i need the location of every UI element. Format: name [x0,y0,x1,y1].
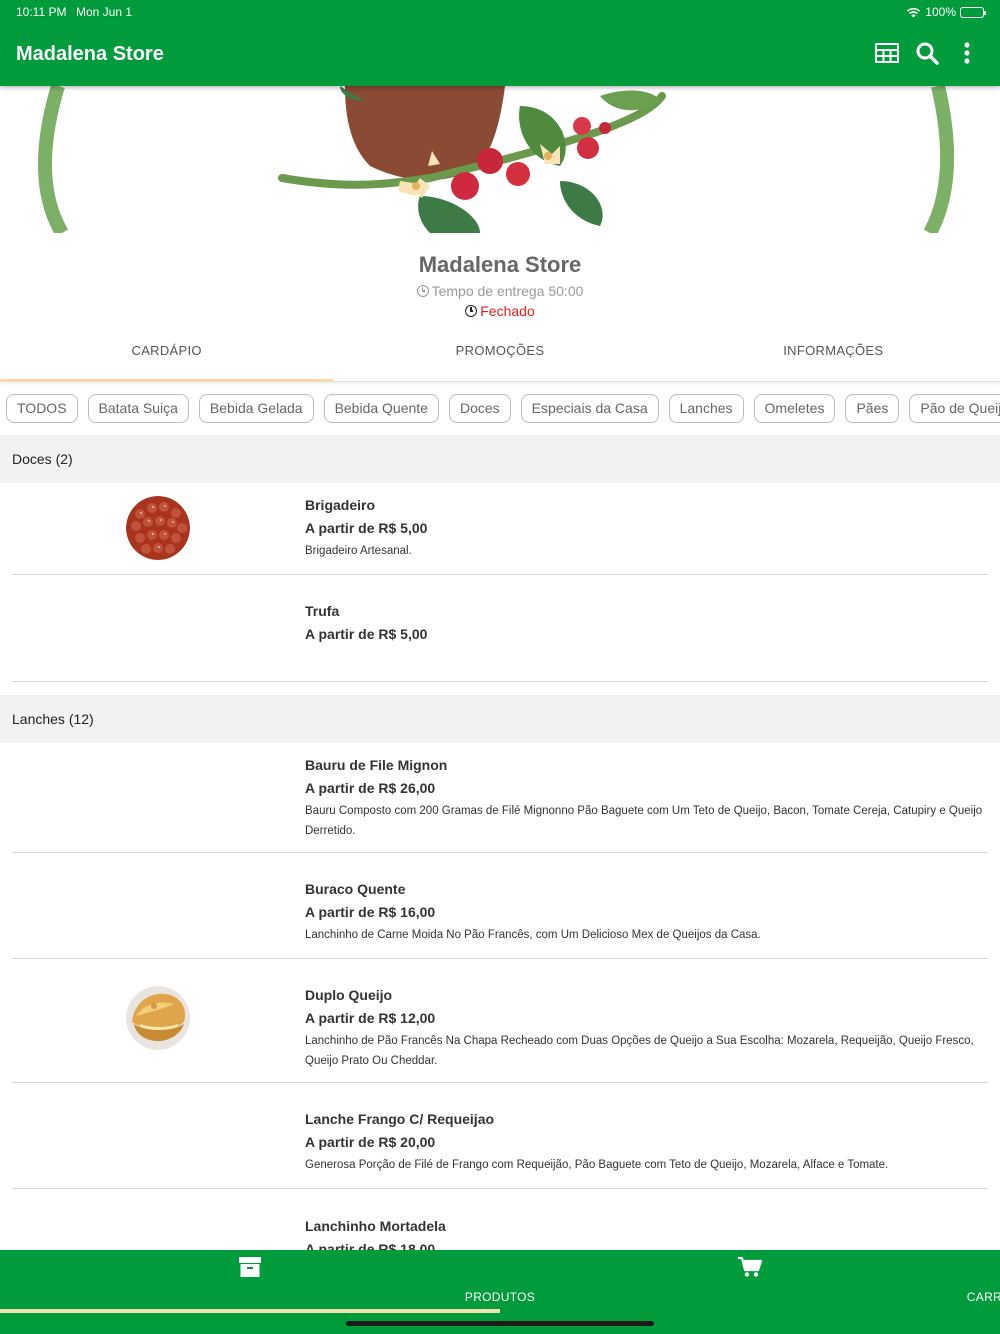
product-name: Bauru de File Mignon [305,757,448,773]
chip-doces[interactable]: Doces [448,394,511,423]
store-name: Madalena Store [418,252,582,277]
product-name: Brigadeiro [305,497,376,513]
product-item[interactable]: Bauru de File Mignon A partir de R$ 26,0… [12,743,988,853]
store-status: Fechado [0,303,1000,319]
search-icon[interactable] [914,40,940,66]
archive-box-icon [239,1257,261,1277]
clock-icon [465,305,478,317]
product-thumbnail [126,986,190,1050]
battery-percent: 100% [925,5,956,19]
product-list: Doces (2) Brigadeiro A partir de R$ 5,00… [0,435,1000,1289]
product-name: Duplo Queijo [305,987,393,1003]
delivery-time-text: Tempo de entrega 50:00 [431,283,584,299]
product-item[interactable]: Buraco Quente A partir de R$ 16,00 Lanch… [12,853,988,959]
product-price: A partir de R$ 12,00 [305,1010,436,1026]
product-description: Bauru Composto com 200 Gramas de Filé Mi… [305,805,983,837]
status-bar: 10:11 PM Mon Jun 1 100% [16,5,986,21]
section-header-doces: Doces (2) [0,435,1000,483]
product-info: Bauru de File Mignon A partir de R$ 26,0… [305,757,988,841]
tabs: CARDÁPIO PROMOÇÕES INFORMAÇÕES [0,330,1000,382]
product-price: A partir de R$ 5,00 [305,520,428,536]
product-name: Buraco Quente [305,881,406,897]
store-cover-image [0,86,1000,233]
product-item[interactable]: Brigadeiro A partir de R$ 5,00 Brigadeir… [12,483,988,575]
product-info: Brigadeiro A partir de R$ 5,00 Brigadeir… [305,497,988,561]
table-icon[interactable] [874,40,900,66]
delivery-time: Tempo de entrega 50:00 [0,283,1000,299]
product-info: Duplo Queijo A partir de R$ 12,00 Lanchi… [305,987,988,1071]
chip-especiais-da-casa[interactable]: Especiais da Casa [520,394,659,423]
home-indicator [346,1321,654,1326]
store-status-text: Fechado [480,303,535,319]
product-name: Trufa [305,603,340,619]
chip-omeletes[interactable]: Omeletes [753,394,836,423]
chip-pao-de-queijo[interactable]: Pão de Queijo [909,394,1000,423]
chip-lanches[interactable]: Lanches [668,394,744,423]
product-info: Lanche Frango C/ Requeijao A partir de R… [305,1111,988,1175]
category-chips: TODOS Batata Suiça Bebida Gelada Bebida … [6,394,1000,424]
product-description: Brigadeiro Artesanal. [305,545,412,557]
cart-icon [738,1256,762,1277]
product-price: A partir de R$ 20,00 [305,1134,436,1150]
product-price: A partir de R$ 26,00 [305,780,436,796]
product-description: Lanchinho de Carne Moida No Pão Francês,… [305,929,761,941]
product-thumbnail [126,496,190,560]
chip-todos[interactable]: TODOS [6,394,78,423]
product-info: Trufa A partir de R$ 5,00 [305,603,988,642]
wifi-icon [907,7,921,17]
product-description: Generosa Porção de Filé de Frango com Re… [305,1159,889,1171]
tab-informacoes[interactable]: INFORMAÇÕES [667,330,1000,381]
more-vert-icon[interactable] [954,40,980,66]
product-item[interactable]: Duplo Queijo A partir de R$ 12,00 Lanchi… [12,959,988,1083]
app-actions [874,40,980,66]
clock-icon [416,285,429,297]
chip-batata-suica[interactable]: Batata Suiça [87,394,189,423]
app-bar: 10:11 PM Mon Jun 1 100% Madalena Store [0,0,1000,86]
nav-carrinho-label: CARRINHO [966,1290,1000,1304]
status-right: 100% [906,5,986,19]
battery-icon [960,6,986,18]
product-name: Lanche Frango C/ Requeijao [305,1111,495,1127]
product-price: A partir de R$ 5,00 [305,626,428,642]
product-item[interactable]: Trufa A partir de R$ 5,00 [12,575,988,682]
product-item[interactable]: Lanche Frango C/ Requeijao A partir de R… [12,1083,988,1189]
status-date: Mon Jun 1 [76,5,133,19]
chip-bebida-quente[interactable]: Bebida Quente [323,394,439,423]
product-price: A partir de R$ 16,00 [305,904,436,920]
app-title: Madalena Store [16,43,164,65]
section-header-lanches: Lanches (12) [0,695,1000,743]
status-time: 10:11 PM [16,5,67,19]
tab-cardapio[interactable]: CARDÁPIO [0,330,334,382]
product-description: Lanchinho de Pão Francês Na Chapa Rechea… [305,1035,974,1067]
chip-paes[interactable]: Pães [845,394,900,423]
product-name: Lanchinho Mortadela [305,1218,446,1234]
tab-promocoes[interactable]: PROMOÇÕES [333,330,666,381]
product-info: Buraco Quente A partir de R$ 16,00 Lanch… [305,881,988,945]
chip-bebida-gelada[interactable]: Bebida Gelada [198,394,314,423]
